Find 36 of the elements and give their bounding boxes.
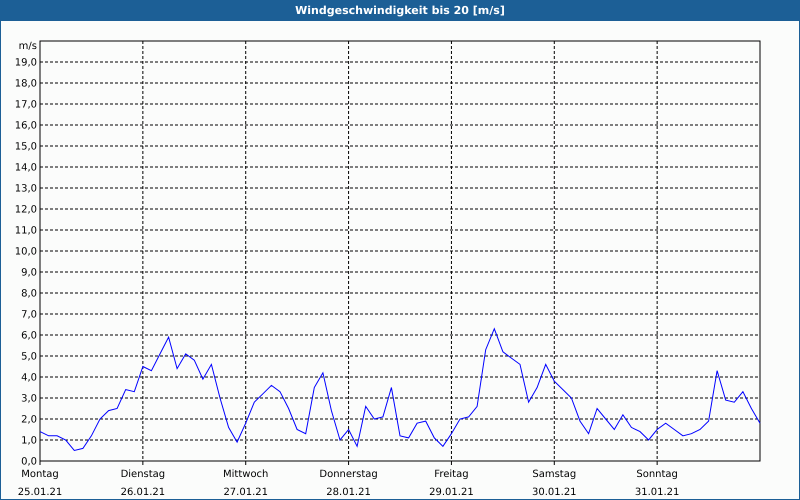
date-label: 30.01.21: [532, 487, 577, 498]
y-tick-label: 15,0: [14, 142, 37, 152]
x-tick-label: Samstag: [532, 469, 576, 480]
y-tick-label: 2,0: [21, 414, 37, 426]
x-tick-label: Donnerstag: [319, 469, 378, 480]
y-tick-label: 9,0: [21, 268, 37, 278]
y-tick-label: 12,0: [14, 204, 37, 216]
x-tick-label: Sonntag: [636, 469, 678, 480]
y-tick-label: 18,0: [14, 78, 37, 90]
y-tick-label: 19,0: [14, 58, 37, 68]
y-tick-label: 1,0: [21, 436, 37, 446]
y-tick-label: 10,0: [14, 246, 37, 258]
y-axis-unit: m/s: [18, 41, 37, 52]
date-label: 26.01.21: [120, 487, 166, 498]
y-tick-label: 3,0: [21, 394, 37, 404]
date-label: 27.01.21: [223, 487, 268, 498]
y-tick-label: 17,0: [14, 100, 37, 110]
y-tick-label: 5,0: [21, 352, 37, 362]
date-label: 28.01.21: [326, 487, 371, 498]
x-tick-label: Montag: [21, 469, 59, 480]
x-tick-label: Dienstag: [120, 469, 166, 480]
y-tick-label: 16,0: [14, 120, 37, 132]
chart-title: Windgeschwindigkeit bis 20 [m/s]: [295, 2, 505, 19]
x-tick-label: Mittwoch: [223, 469, 268, 480]
y-tick-label: 4,0: [21, 372, 37, 384]
y-tick-label: 13,0: [14, 184, 37, 194]
y-tick-label: 11,0: [14, 226, 37, 236]
y-tick-label: 0,0: [21, 456, 37, 468]
date-label: 25.01.21: [18, 487, 62, 498]
y-tick-label: 14,0: [14, 162, 37, 174]
date-label: 31.01.21: [634, 487, 680, 498]
y-tick-label: 8,0: [21, 288, 37, 300]
y-tick-label: 7,0: [21, 310, 37, 320]
x-tick-label: Freitag: [434, 469, 469, 480]
date-label: 29.01.21: [429, 487, 474, 498]
y-tick-label: 6,0: [21, 330, 37, 342]
